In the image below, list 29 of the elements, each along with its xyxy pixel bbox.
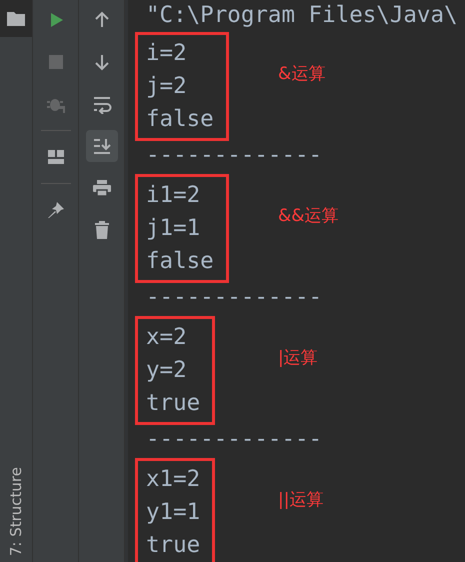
console-line: j=2 xyxy=(146,72,188,101)
console-line: y1=1 xyxy=(146,498,200,527)
console-line: x=2 xyxy=(146,323,188,352)
layout-icon xyxy=(46,147,66,167)
console-line: y=2 xyxy=(146,356,188,385)
annotation-text: &运算 xyxy=(278,63,326,85)
annotation-text: &&运算 xyxy=(278,205,340,227)
console-line: true xyxy=(146,389,200,418)
console-line: true xyxy=(146,531,200,560)
console-line: i1=2 xyxy=(146,181,202,210)
console-line: "C:\Program Files\Java\ xyxy=(146,1,459,30)
console-line: false xyxy=(146,247,214,276)
soft-wrap-icon xyxy=(92,94,112,114)
annotation-text: |运算 xyxy=(278,347,319,369)
console-line: x1=2 xyxy=(146,465,200,494)
separator-line: ------------- xyxy=(146,141,324,170)
console-line: false xyxy=(146,105,214,134)
annotation-text: ||运算 xyxy=(278,489,324,511)
pin-icon xyxy=(46,200,66,220)
separator-line: ------------- xyxy=(146,425,324,454)
scroll-to-end-button[interactable] xyxy=(86,130,118,162)
separator-line: ------------- xyxy=(146,283,324,312)
structure-tab[interactable]: 7: Structure xyxy=(7,466,25,562)
folder-icon xyxy=(7,12,25,26)
scroll-to-end-icon xyxy=(92,136,112,156)
printer-icon xyxy=(92,178,112,198)
console-line: j1=1 xyxy=(146,214,202,243)
console-line: i=2 xyxy=(146,39,188,68)
project-tab[interactable] xyxy=(0,0,32,37)
